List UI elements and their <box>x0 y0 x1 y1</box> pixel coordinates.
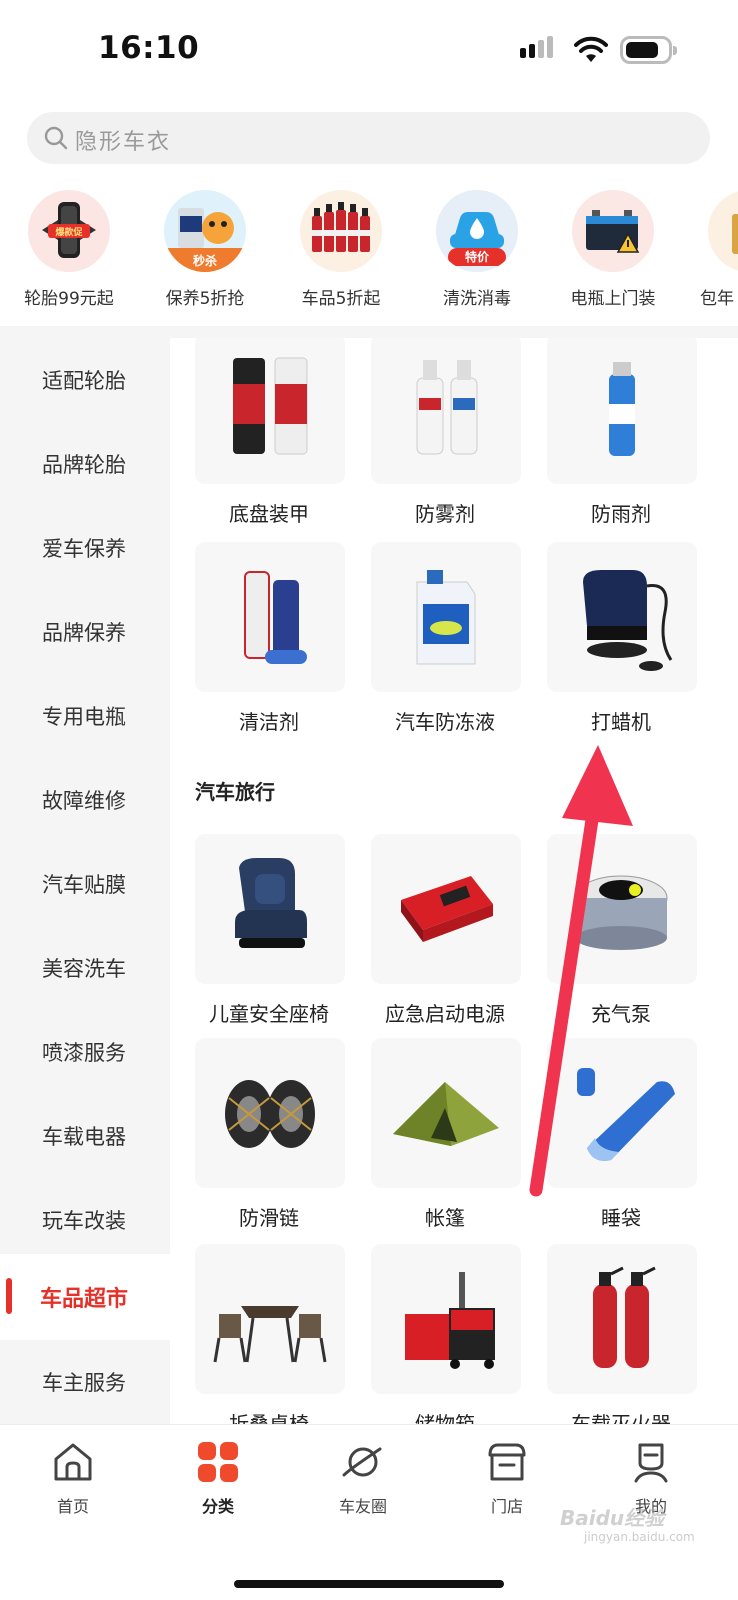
storage-box-icon <box>371 1244 521 1394</box>
product-label: 汽车防冻液 <box>395 710 495 734</box>
child-seat-icon <box>195 834 345 984</box>
tab-store[interactable]: 门店 <box>452 1439 562 1519</box>
tab-label: 分类 <box>201 1497 234 1516</box>
spray-can-icon <box>195 338 345 484</box>
watermark-sub: jingyan.baidu.com <box>584 1530 695 1544</box>
search-placeholder: 隐形车衣 <box>75 130 172 155</box>
active-marker <box>6 1278 12 1314</box>
quick-item-battery[interactable]: 电瓶上门装 <box>544 188 682 318</box>
spray-bottle-icon <box>371 338 521 484</box>
quick-label: 包年 <box>700 289 734 309</box>
watermark: Baidu经验 <box>560 1506 665 1530</box>
antifreeze-icon <box>371 542 521 692</box>
tire-icon: 爆款促 <box>28 190 110 272</box>
product-label: 清洁剂 <box>239 710 299 734</box>
quick-label: 清洗消毒 <box>443 289 511 309</box>
category-grid-icon <box>198 1442 238 1482</box>
quick-label: 电瓶上门装 <box>570 289 656 309</box>
product-label: 帐篷 <box>425 1206 465 1230</box>
profile-icon <box>634 1443 668 1483</box>
air-pump-icon <box>547 834 697 984</box>
store-icon <box>488 1443 526 1481</box>
sidebar-item[interactable]: 爱车保养 <box>0 506 170 590</box>
quick-item-car-goods[interactable]: 车品5折起 <box>272 188 410 318</box>
battery-icon <box>620 36 677 64</box>
product-label: 充气泵 <box>591 1002 651 1026</box>
quick-badge-wash: 特价 <box>465 249 490 264</box>
sidebar-item[interactable]: 专用电瓶 <box>0 674 170 758</box>
product-label: 防雨剂 <box>591 502 651 526</box>
tab-label: 车友圈 <box>338 1497 387 1516</box>
tent-icon <box>371 1038 521 1188</box>
quick-badge-tire: 爆款促 <box>55 226 83 238</box>
sidebar-item[interactable]: 品牌保养 <box>0 590 170 674</box>
polisher-icon <box>547 542 697 692</box>
category-content: 底盘装甲 防雾剂 防雨剂 清洁剂 汽车防冻液 打蜡机 汽车旅行 儿童安全座椅 应… <box>170 338 738 1424</box>
section-divider <box>0 326 738 338</box>
quick-item-oil[interactable]: 秒杀 保养5折抢 <box>136 188 274 318</box>
fuel-additive-icon <box>300 190 382 272</box>
product-label: 折叠桌椅 <box>229 1412 309 1424</box>
sidebar-item[interactable]: 车主服务 <box>0 1340 170 1424</box>
package-icon <box>708 190 738 272</box>
folding-table-icon <box>195 1244 345 1394</box>
sidebar-item-label: 车品超市 <box>39 1287 128 1312</box>
sidebar-item-active[interactable]: 车品超市 <box>0 1254 170 1340</box>
home-indicator[interactable] <box>234 1580 504 1588</box>
quick-category-row: 爆款促 轮胎99元起 秒杀 保养5折抢 车品5折起 特价 清洗消毒 电瓶上门装 … <box>0 188 738 318</box>
sidebar-item[interactable]: 车载电器 <box>0 1094 170 1178</box>
cleaner-icon <box>195 542 345 692</box>
tab-category[interactable]: 分类 <box>163 1439 273 1519</box>
jump-starter-icon <box>371 834 521 984</box>
search-bar[interactable]: 隐形车衣 <box>27 112 710 164</box>
status-bar: 16:10 <box>0 0 738 100</box>
search-icon <box>44 126 68 150</box>
product-label: 睡袋 <box>601 1206 641 1230</box>
product-label: 底盘装甲 <box>229 502 309 526</box>
tab-label: 门店 <box>490 1497 523 1516</box>
tab-community[interactable]: 车友圈 <box>308 1439 418 1519</box>
product-label: 车载灭火器 <box>571 1412 671 1424</box>
car-wash-icon: 特价 <box>436 190 518 272</box>
product-label: 打蜡机 <box>591 710 651 734</box>
quick-item-tire[interactable]: 爆款促 轮胎99元起 <box>0 188 138 318</box>
sleeping-bag-icon <box>547 1038 697 1188</box>
quick-badge-oil: 秒杀 <box>193 253 217 268</box>
snow-chain-icon <box>195 1038 345 1188</box>
product-label: 应急启动电源 <box>385 1002 505 1026</box>
sidebar-item[interactable]: 喷漆服务 <box>0 1010 170 1094</box>
quick-label: 保养5折抢 <box>165 289 245 309</box>
aerosol-icon <box>547 338 697 484</box>
home-icon <box>54 1443 92 1481</box>
car-battery-icon <box>572 190 654 272</box>
sidebar-item[interactable]: 汽车贴膜 <box>0 842 170 926</box>
product-label: 儿童安全座椅 <box>209 1002 329 1026</box>
product-label: 防滑链 <box>239 1206 299 1230</box>
product-label: 防雾剂 <box>415 502 475 526</box>
quick-label: 车品5折起 <box>301 289 381 309</box>
product-label: 储物箱 <box>415 1412 475 1424</box>
wifi-icon <box>574 36 608 62</box>
sidebar-item[interactable]: 品牌轮胎 <box>0 422 170 506</box>
category-sidebar: 适配轮胎 品牌轮胎 爱车保养 品牌保养 专用电瓶 故障维修 汽车贴膜 美容洗车 … <box>0 338 170 1424</box>
sidebar-item[interactable]: 适配轮胎 <box>0 338 170 422</box>
section-title: 汽车旅行 <box>195 780 275 804</box>
motor-oil-icon: 秒杀 <box>164 190 246 272</box>
quick-item-package[interactable]: 包年 <box>680 188 738 318</box>
tab-home[interactable]: 首页 <box>18 1439 128 1519</box>
sidebar-item[interactable]: 玩车改装 <box>0 1178 170 1262</box>
sidebar-item[interactable]: 故障维修 <box>0 758 170 842</box>
sidebar-item[interactable]: 美容洗车 <box>0 926 170 1010</box>
extinguisher-icon <box>547 1244 697 1394</box>
tab-label: 首页 <box>56 1497 89 1516</box>
status-time: 16:10 <box>98 30 200 66</box>
quick-item-wash[interactable]: 特价 清洗消毒 <box>408 188 546 318</box>
planet-icon <box>342 1447 382 1477</box>
cellular-signal-icon <box>520 36 560 64</box>
quick-label: 轮胎99元起 <box>24 289 114 309</box>
